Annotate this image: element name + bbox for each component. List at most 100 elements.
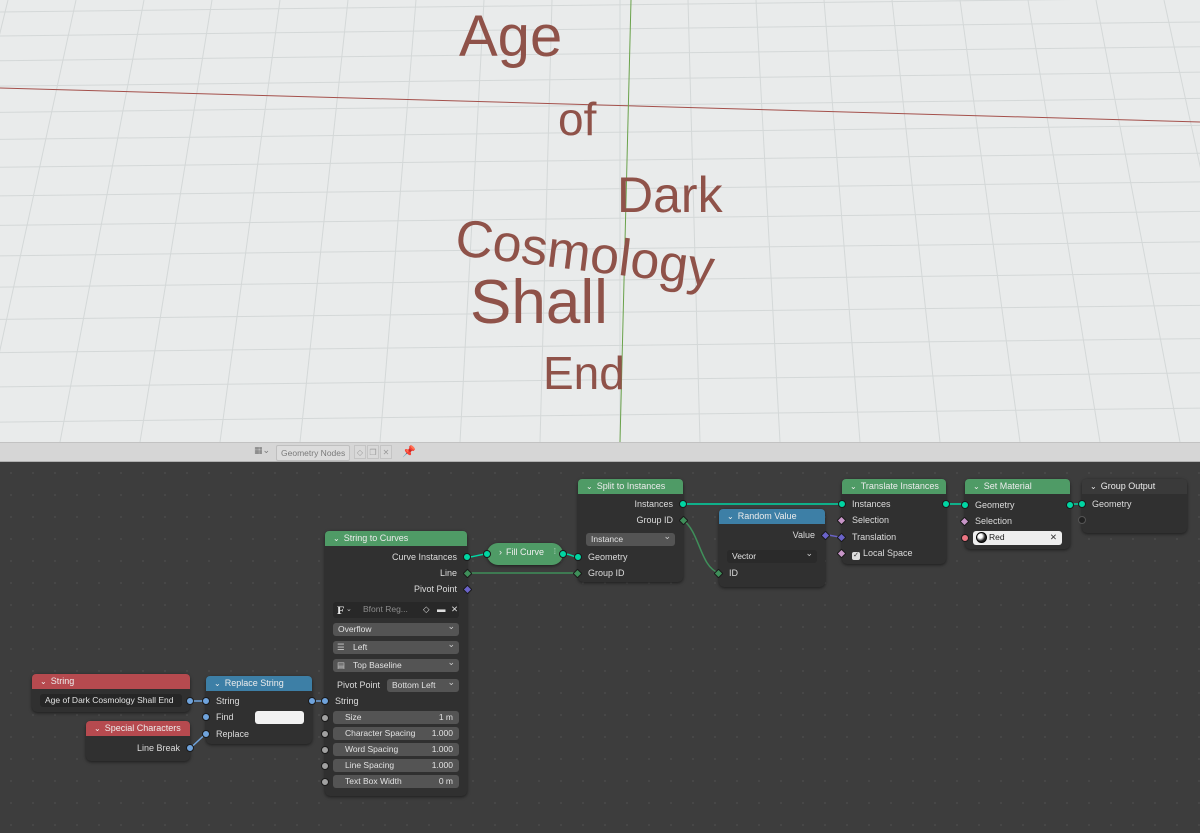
node-editor[interactable]: ⌄ String Age of Dark Cosmology Shall End …	[0, 462, 1200, 833]
size-field[interactable]: Size 1 m	[333, 711, 459, 724]
grid-line-horizontal	[0, 71, 1200, 87]
node-tree-name-field[interactable]: Geometry Nodes	[276, 445, 351, 461]
size-socket[interactable]	[321, 714, 329, 722]
checkbox-checked-icon[interactable]: ✓	[852, 552, 860, 560]
replace-string-replace-socket[interactable]	[202, 730, 210, 738]
fill-curve-title: Fill Curve	[506, 547, 545, 557]
fill-curve-drag-icon: ⁞	[553, 547, 556, 556]
grid-line-vertical	[1027, 0, 1101, 442]
random-id-input: ID	[729, 568, 738, 578]
split-to-instances-node[interactable]: ⌄ Split to Instances Instances Group ID I…	[572, 479, 689, 582]
string-node[interactable]: ⌄ String Age of Dark Cosmology Shall End	[32, 674, 194, 712]
font-icon: F	[337, 603, 345, 617]
text-box-width-field[interactable]: Text Box Width 0 m	[333, 775, 459, 788]
translate-translation-socket[interactable]	[836, 532, 847, 543]
translate-instances-title: Translate Instances	[860, 481, 939, 491]
fill-curve-in-socket[interactable]	[483, 550, 491, 558]
unlink-font-icon[interactable]: ✕	[451, 603, 458, 616]
pivot-point-dropdown[interactable]: Bottom Left	[387, 679, 459, 692]
pivot-point-socket[interactable]	[462, 584, 473, 595]
split-group-id-out-socket[interactable]	[678, 515, 689, 526]
replace-string-out-socket[interactable]	[308, 697, 316, 705]
material-sphere-icon	[976, 532, 987, 543]
replace-string-find-input: Find	[216, 712, 234, 722]
grid-line-horizontal	[0, 21, 1200, 37]
fake-user-icon[interactable]: ◇	[354, 445, 366, 459]
split-instances-socket[interactable]	[679, 500, 687, 508]
set-material-geometry-out-socket[interactable]	[1066, 501, 1074, 509]
split-domain-dropdown[interactable]: Instance	[586, 533, 675, 546]
random-value-node[interactable]: ⌄Random Value Value Vector ID	[713, 509, 831, 587]
random-value-socket[interactable]	[820, 530, 831, 541]
grid-line-vertical	[755, 0, 781, 442]
translate-instances-in-socket[interactable]	[838, 500, 846, 508]
replace-string-title: Replace String	[224, 678, 284, 688]
align-x-dropdown[interactable]: ☰ Left	[333, 641, 459, 654]
group-output-geometry-input: Geometry	[1092, 499, 1132, 509]
set-material-selection-socket[interactable]	[959, 516, 970, 527]
3d-viewport[interactable]: Age of Dark Cosmology Shall End	[0, 0, 1200, 442]
stc-string-input: String	[335, 696, 359, 706]
set-material-geometry-in-socket[interactable]	[961, 501, 969, 509]
character-spacing-field[interactable]: Character Spacing 1.000	[333, 727, 459, 740]
text-box-width-socket[interactable]	[321, 778, 329, 786]
word-spacing-socket[interactable]	[321, 746, 329, 754]
translate-selection-socket[interactable]	[836, 515, 847, 526]
node-editor-icon[interactable]: ▦⌄	[254, 446, 274, 459]
find-text-field[interactable]	[255, 711, 304, 724]
stc-string-socket[interactable]	[321, 697, 329, 705]
unlink-icon[interactable]: ✕	[380, 445, 392, 459]
grid-line-vertical	[1095, 0, 1181, 442]
curve-instances-socket[interactable]	[463, 553, 471, 561]
folder-icon[interactable]: ▬	[437, 603, 446, 616]
align-top-icon: ▤	[337, 660, 346, 670]
replace-string-node[interactable]: ⌄ Replace String String Find Replace	[202, 676, 316, 744]
overflow-dropdown[interactable]: Overflow	[333, 623, 459, 636]
translate-instances-out-socket[interactable]	[942, 500, 950, 508]
fake-user-shield-icon[interactable]: ◇	[423, 603, 430, 616]
line-spacing-field[interactable]: Line Spacing 1.000	[333, 759, 459, 772]
string-to-curves-title: String to Curves	[343, 533, 409, 543]
new-tree-icon[interactable]: ❐	[367, 445, 379, 459]
split-geometry-socket[interactable]	[574, 553, 582, 561]
group-output-geometry-socket[interactable]	[1078, 500, 1086, 508]
replace-string-string-socket[interactable]	[202, 697, 210, 705]
grid-line-vertical	[1163, 0, 1200, 169]
grid-line-vertical	[139, 0, 213, 442]
line-socket[interactable]	[462, 568, 473, 579]
font-selector[interactable]: F ⌄ Bfont Reg... ◇ ▬ ✕	[333, 602, 459, 618]
split-group-id-in-socket[interactable]	[572, 568, 583, 579]
special-characters-node[interactable]: ⌄ Special Characters Line Break	[86, 721, 194, 761]
replace-string-find-socket[interactable]	[202, 713, 210, 721]
translate-instances-node[interactable]: ⌄ Translate Instances Instances Selection…	[836, 479, 950, 564]
align-y-dropdown[interactable]: ▤ Top Baseline	[333, 659, 459, 672]
fill-curve-out-socket[interactable]	[559, 550, 567, 558]
translate-translation-input: Translation	[852, 532, 897, 542]
random-id-socket[interactable]	[713, 568, 724, 579]
local-space-checkbox[interactable]: ✓ Local Space	[852, 546, 913, 560]
clear-material-icon[interactable]: ✕	[1050, 531, 1057, 544]
random-type-dropdown[interactable]: Vector	[727, 550, 817, 563]
set-material-title: Set Material	[983, 481, 1032, 491]
character-spacing-socket[interactable]	[321, 730, 329, 738]
fill-curve-node[interactable]: › Fill Curve ⁞	[483, 543, 567, 565]
group-output-node[interactable]: ⌄ Group Output Geometry	[1078, 479, 1187, 533]
string-to-curves-node[interactable]: ⌄ String to Curves Curve Instances Line P…	[321, 531, 473, 796]
grid-line-horizontal	[0, 124, 1200, 140]
group-output-empty-socket[interactable]	[1078, 516, 1086, 524]
grid-line-vertical	[219, 0, 281, 442]
material-selector[interactable]: Red ✕	[973, 531, 1062, 545]
grid-line-horizontal	[0, 407, 1200, 423]
set-material-material-socket[interactable]	[961, 534, 969, 542]
string-out-socket[interactable]	[186, 697, 194, 705]
local-space-socket[interactable]	[836, 548, 847, 559]
pin-icon[interactable]: 📌	[402, 445, 416, 458]
line-spacing-socket[interactable]	[321, 762, 329, 770]
set-material-node[interactable]: ⌄ Set Material Geometry Selection Red ✕	[959, 479, 1074, 549]
string-value-field[interactable]: Age of Dark Cosmology Shall End	[40, 694, 182, 707]
link-groupid-random	[682, 519, 720, 574]
x-axis-line	[0, 87, 1200, 123]
word-spacing-field[interactable]: Word Spacing 1.000	[333, 743, 459, 756]
grid-line-horizontal	[0, 46, 1200, 62]
line-break-socket[interactable]	[186, 744, 194, 752]
